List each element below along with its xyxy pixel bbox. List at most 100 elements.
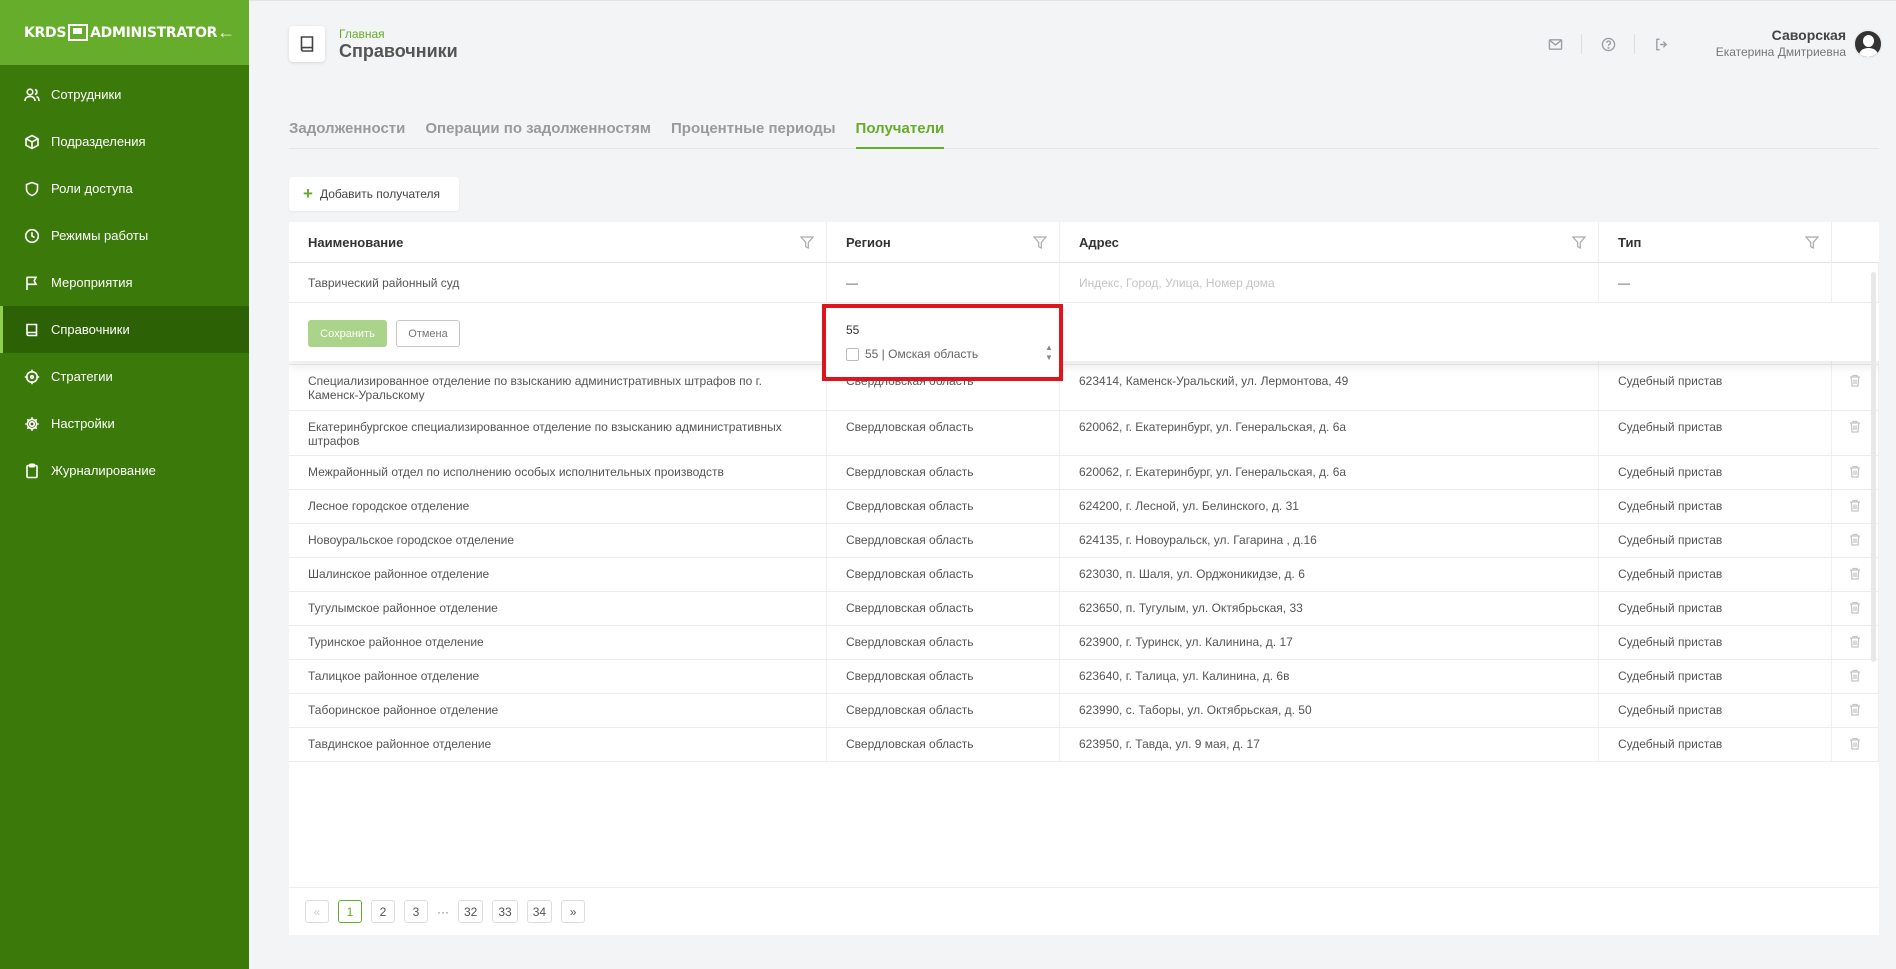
cell-region: Свердловская область: [827, 456, 1060, 489]
recipients-table: Наименование Регион Адрес Тип Таврически…: [289, 222, 1879, 935]
cell-address: 624135, г. Новоуральск, ул. Гагарина , д…: [1060, 524, 1599, 557]
tab-recipients[interactable]: Получатели: [855, 120, 945, 149]
filter-icon[interactable]: [799, 236, 815, 250]
trash-icon[interactable]: [1849, 533, 1861, 557]
page-button[interactable]: 2: [371, 900, 395, 923]
cell-type: Судебный пристав: [1599, 365, 1832, 410]
avatar[interactable]: [1853, 29, 1883, 59]
table-row[interactable]: Тугулымское районное отделение Свердловск…: [289, 592, 1879, 626]
sidebar-item-label: Журналирование: [51, 463, 156, 478]
trash-icon[interactable]: [1849, 499, 1861, 523]
table-row[interactable]: Екатеринбургское специализированное отде…: [289, 411, 1879, 456]
sidebar-item-strategies[interactable]: Стратегии: [0, 353, 249, 400]
help-icon[interactable]: [1600, 36, 1616, 52]
logo-left: KRDS: [24, 24, 67, 41]
table-row[interactable]: Лесное городское отделение Свердловская о…: [289, 490, 1879, 524]
dropdown-scrollbar[interactable]: ▲ ▼: [1045, 343, 1053, 373]
page-button[interactable]: 32: [458, 900, 484, 923]
logo[interactable]: KRDS ADMINISTRATOR: [24, 24, 217, 41]
region-field[interactable]: —: [827, 263, 1060, 302]
tab-debt-operations[interactable]: Операции по задолженностям: [425, 120, 651, 149]
sidebar-item-logging[interactable]: Журналирование: [0, 447, 249, 494]
cell-type: Судебный пристав: [1599, 694, 1832, 727]
sidebar: KRDS ADMINISTRATOR ← Сотрудники Подразде…: [0, 0, 249, 969]
row-actions: [1832, 694, 1879, 727]
address-field[interactable]: Индекс, Город, Улица, Номер дома: [1060, 263, 1599, 302]
logo-right: ADMINISTRATOR: [90, 24, 218, 41]
column-header-address: Адрес: [1060, 222, 1599, 263]
sidebar-item-employees[interactable]: Сотрудники: [0, 71, 249, 118]
flag-icon: [24, 275, 40, 291]
prev-page-button[interactable]: «: [305, 900, 329, 923]
sidebar-item-roles[interactable]: Роли доступа: [0, 165, 249, 212]
breadcrumb[interactable]: Главная: [339, 27, 385, 41]
pagination: « 1 2 3 ··· 32 33 34 »: [289, 887, 1879, 935]
header-actions: [1529, 34, 1687, 54]
sidebar-item-label: Подразделения: [51, 134, 146, 149]
sidebar-nav: Сотрудники Подразделения Роли доступа Ре…: [0, 65, 249, 494]
page-button[interactable]: 33: [492, 900, 518, 923]
trash-icon[interactable]: [1849, 669, 1861, 693]
table-scrollbar[interactable]: [1871, 272, 1876, 662]
table-row[interactable]: Специализированное отделение по взыскани…: [289, 365, 1879, 411]
filter-icon[interactable]: [1571, 236, 1587, 250]
shield-icon: [24, 181, 40, 197]
table-row[interactable]: Тавдинское районное отделение Свердловска…: [289, 728, 1879, 762]
trash-icon[interactable]: [1849, 374, 1861, 410]
cell-region: Свердловская область: [827, 728, 1060, 761]
tab-debts[interactable]: Задолженности: [289, 120, 405, 149]
target-icon: [24, 369, 40, 385]
cancel-button[interactable]: Отмена: [396, 320, 460, 347]
column-label: Наименование: [308, 235, 404, 250]
logout-icon[interactable]: [1653, 36, 1669, 52]
cell-region: Свердловская область: [827, 592, 1060, 625]
user-info[interactable]: Саворская Екатерина Дмитриевна: [1716, 27, 1846, 59]
region-search-input[interactable]: 55: [846, 323, 859, 337]
sidebar-item-departments[interactable]: Подразделения: [0, 118, 249, 165]
collapse-sidebar-icon[interactable]: ←: [217, 22, 235, 43]
region-option[interactable]: 55 | Омская область: [846, 347, 978, 361]
page-button[interactable]: 34: [526, 900, 553, 923]
trash-icon[interactable]: [1849, 737, 1861, 761]
page-button[interactable]: 1: [338, 900, 362, 923]
mail-icon[interactable]: [1547, 36, 1563, 52]
region-dropdown: 55 55 | Омская область ▲ ▼: [822, 304, 1063, 381]
trash-icon[interactable]: [1849, 635, 1861, 659]
table-row[interactable]: Туринское районное отделение Свердловская…: [289, 626, 1879, 660]
cell-type: Судебный пристав: [1599, 660, 1832, 693]
cell-region: Свердловская область: [827, 626, 1060, 659]
filter-icon[interactable]: [1032, 236, 1048, 250]
page-button[interactable]: 3: [404, 900, 428, 923]
name-field[interactable]: Таврический районный суд: [289, 263, 827, 302]
trash-icon[interactable]: [1849, 567, 1861, 591]
table-row[interactable]: Талицкое районное отделение Свердловская …: [289, 660, 1879, 694]
table-row[interactable]: Новоуральское городское отделение Свердло…: [289, 524, 1879, 558]
table-row[interactable]: Таборинское районное отделение Свердловск…: [289, 694, 1879, 728]
table-row[interactable]: Шалинское районное отделение Свердловская…: [289, 558, 1879, 592]
cell-region: Свердловская область: [827, 524, 1060, 557]
edit-row: Таврический районный суд — Индекс, Город…: [289, 263, 1879, 361]
sidebar-item-schedules[interactable]: Режимы работы: [0, 212, 249, 259]
cell-address: 624200, г. Лесной, ул. Белинского, д. 31: [1060, 490, 1599, 523]
cell-name: Туринское районное отделение: [289, 626, 827, 659]
tab-interest-periods[interactable]: Процентные периоды: [671, 120, 836, 149]
cell-address: 623640, г. Талица, ул. Калинина, д. 6в: [1060, 660, 1599, 693]
filter-icon[interactable]: [1804, 236, 1820, 250]
cell-address: 623990, с. Таборы, ул. Октябрьская, д. 5…: [1060, 694, 1599, 727]
cell-name: Шалинское районное отделение: [289, 558, 827, 591]
next-page-button[interactable]: »: [561, 900, 586, 923]
save-button[interactable]: Сохранить: [308, 320, 387, 347]
sidebar-item-settings[interactable]: Настройки: [0, 400, 249, 447]
cell-type: Судебный пристав: [1599, 411, 1832, 455]
sidebar-item-events[interactable]: Мероприятия: [0, 259, 249, 306]
add-recipient-button[interactable]: + Добавить получателя: [289, 177, 459, 211]
trash-icon[interactable]: [1849, 465, 1861, 489]
trash-icon[interactable]: [1849, 420, 1861, 455]
trash-icon[interactable]: [1849, 703, 1861, 727]
region-option-checkbox[interactable]: [846, 347, 859, 361]
table-row[interactable]: Межрайонный отдел по исполнению особых и…: [289, 456, 1879, 490]
sidebar-item-references[interactable]: Справочники: [0, 306, 249, 353]
type-field[interactable]: —: [1599, 263, 1832, 302]
sidebar-item-label: Роли доступа: [51, 181, 133, 196]
trash-icon[interactable]: [1849, 601, 1861, 625]
